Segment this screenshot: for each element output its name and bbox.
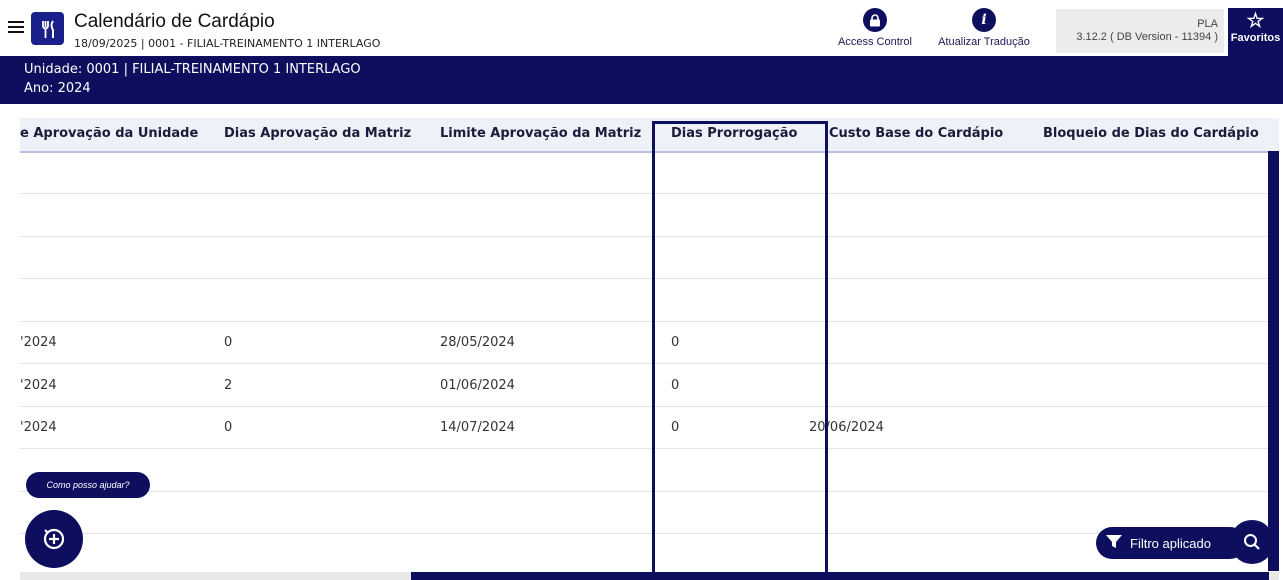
atualizar-traducao-button[interactable]: i Atualizar Tradução — [928, 8, 1040, 48]
table-row[interactable]: '2024 0 14/07/2024 0 20/06/2024 — [20, 406, 1279, 449]
table-row[interactable] — [20, 151, 1279, 194]
cell-dias-aprovacao-matriz: 0 — [224, 420, 233, 435]
col-header-bloqueio-dias[interactable]: Bloqueio de Dias do Cardápio — [1043, 126, 1259, 141]
star-icon: ☆ — [1246, 10, 1265, 32]
funnel-icon — [1106, 535, 1122, 552]
filter-applied-button[interactable]: Filtro aplicado — [1096, 527, 1246, 559]
table-header: e Aprovação da Unidade Dias Aprovação da… — [20, 118, 1279, 153]
table-row[interactable] — [20, 279, 1279, 322]
cell-aprovacao-unidade: '2024 — [20, 377, 57, 393]
lock-icon — [863, 8, 887, 32]
cell-dias-prorrogacao: 0 — [671, 420, 680, 435]
table-row[interactable] — [20, 236, 1279, 279]
col-header-dias-prorrogacao[interactable]: Dias Prorrogação — [671, 126, 797, 141]
table-row[interactable] — [20, 491, 1279, 534]
cell-limite-aprovacao-matriz: 01/06/2024 — [440, 377, 515, 393]
search-icon[interactable] — [1230, 520, 1274, 564]
app-subtitle: 18/09/2025 | 0001 - FILIAL-TREINAMENTO 1… — [74, 37, 381, 50]
fork-knife-icon — [31, 12, 64, 45]
favoritos-label: Favoritos — [1230, 32, 1281, 44]
help-bubble[interactable]: Como posso ajudar? — [26, 472, 150, 498]
col-header-aprovacao-unidade[interactable]: e Aprovação da Unidade — [20, 126, 198, 141]
unit-bar: Unidade: 0001 | FILIAL-TREINAMENTO 1 INT… — [0, 56, 1283, 104]
cell-dias-prorrogacao: 0 — [671, 335, 680, 350]
access-control-button[interactable]: Access Control — [832, 8, 918, 48]
version-info: PLA 3.12.2 ( DB Version - 11394 ) — [1056, 9, 1224, 53]
top-bar: Calendário de Cardápio 18/09/2025 | 0001… — [0, 0, 1283, 56]
col-header-limite-aprovacao-matriz[interactable]: Limite Aprovação da Matriz — [440, 126, 641, 141]
vertical-scrollbar[interactable] — [1268, 151, 1279, 571]
atualizar-traducao-label: Atualizar Tradução — [938, 36, 1030, 48]
cell-custo-base: 20/06/2024 — [809, 420, 884, 435]
cell-limite-aprovacao-matriz: 28/05/2024 — [440, 335, 515, 350]
unit-name: Unidade: 0001 | FILIAL-TREINAMENTO 1 INT… — [24, 62, 361, 77]
table-row[interactable]: '2024 2 01/06/2024 0 — [20, 364, 1279, 407]
hamburger-menu-icon[interactable] — [8, 18, 24, 38]
table-row[interactable] — [20, 449, 1279, 492]
app-title: Calendário de Cardápio — [74, 11, 275, 32]
assistant-icon[interactable] — [25, 510, 83, 568]
menu-calendar-table[interactable]: e Aprovação da Unidade Dias Aprovação da… — [20, 118, 1279, 580]
version-text: 3.12.2 ( DB Version - 11394 ) — [1076, 31, 1218, 43]
cell-dias-prorrogacao: 0 — [671, 377, 680, 393]
cell-dias-aprovacao-matriz: 0 — [224, 335, 233, 350]
favoritos-button[interactable]: ☆ Favoritos — [1228, 8, 1283, 56]
col-header-custo-base[interactable]: Custo Base do Cardápio — [829, 126, 1003, 141]
version-env: PLA — [1197, 18, 1218, 30]
unit-year: Ano: 2024 — [24, 81, 91, 96]
info-icon: i — [972, 8, 996, 32]
table-row[interactable] — [20, 194, 1279, 237]
filter-applied-label: Filtro aplicado — [1130, 536, 1211, 551]
horizontal-scrollbar-thumb[interactable] — [411, 572, 1269, 580]
col-header-dias-aprovacao-matriz[interactable]: Dias Aprovação da Matriz — [224, 126, 411, 141]
cell-dias-aprovacao-matriz: 2 — [224, 377, 233, 393]
access-control-label: Access Control — [838, 36, 912, 48]
table-row[interactable]: '2024 0 28/05/2024 0 — [20, 321, 1279, 364]
cell-aprovacao-unidade: '2024 — [20, 335, 57, 350]
table-row[interactable] — [20, 534, 1279, 577]
cell-limite-aprovacao-matriz: 14/07/2024 — [440, 420, 515, 435]
cell-aprovacao-unidade: '2024 — [20, 420, 57, 435]
